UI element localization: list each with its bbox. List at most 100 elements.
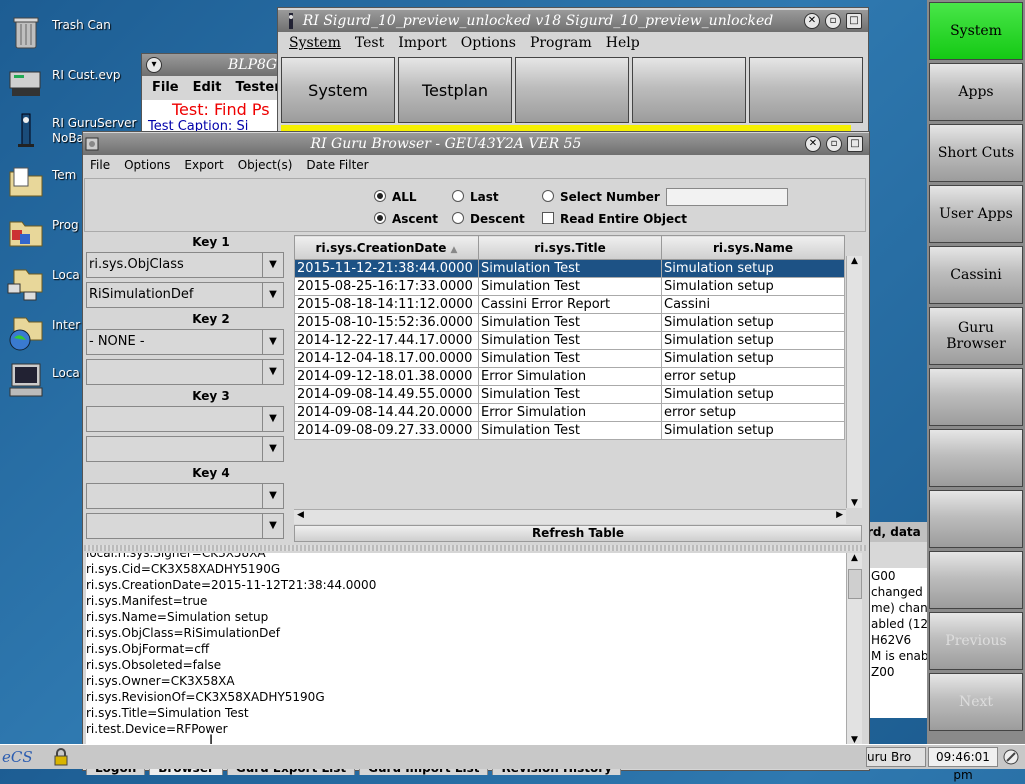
- launcher-empty-button[interactable]: [929, 551, 1023, 609]
- table-vertical-scrollbar[interactable]: ▲ ▼: [846, 256, 862, 508]
- launcher-empty-button[interactable]: [929, 368, 1023, 426]
- radio-last[interactable]: Last: [452, 190, 499, 204]
- scroll-up-icon[interactable]: ▲: [847, 256, 862, 266]
- column-header-name[interactable]: ri.sys.Name: [661, 235, 845, 260]
- table-row[interactable]: 2015-11-12-21:38:44.0000 Simulation Test S…: [294, 259, 845, 278]
- radio-descent[interactable]: Descent: [452, 212, 525, 226]
- key4-value-combo[interactable]: ▼: [86, 513, 284, 539]
- scroll-right-icon[interactable]: ▶: [836, 510, 843, 520]
- refresh-table-button[interactable]: Refresh Table: [294, 525, 862, 542]
- sigurd-title-bar[interactable]: RI Sigurd_10_preview_unlocked v18 Sigurd…: [278, 10, 868, 32]
- tab-empty[interactable]: [632, 57, 746, 123]
- menu-options[interactable]: Options: [124, 158, 170, 172]
- read-entire-object-checkbox[interactable]: Read Entire Object: [542, 212, 687, 226]
- tab-testplan[interactable]: Testplan: [398, 57, 512, 123]
- key3-value-combo[interactable]: ▼: [86, 436, 284, 462]
- dropdown-arrow-icon[interactable]: ▼: [262, 360, 283, 384]
- scroll-left-icon[interactable]: ◀: [297, 510, 304, 520]
- blp-title-bar[interactable]: ▾ BLP8G2: [142, 54, 285, 76]
- radio-all[interactable]: ALL: [374, 190, 417, 204]
- radio-icon: [452, 212, 464, 224]
- table-row[interactable]: 2014-09-08-14.49.55.0000 Simulation Test S…: [294, 385, 845, 404]
- trash-icon: [13, 17, 39, 49]
- close-icon[interactable]: ✕: [805, 136, 821, 152]
- guru-title-bar[interactable]: RI Guru Browser - GEU43Y2A VER 55 ✕ ▫ □: [83, 133, 869, 155]
- object-details-text[interactable]: local.ri.sys.Signer=CK3X58XA ri.sys.Cid=…: [86, 553, 846, 745]
- table-row[interactable]: 2014-12-04-18.17.00.0000 Simulation Test S…: [294, 349, 845, 368]
- launcher-next-button[interactable]: Next: [929, 673, 1023, 731]
- tab-empty[interactable]: [749, 57, 863, 123]
- menu-program[interactable]: Program: [530, 35, 592, 51]
- dropdown-arrow-icon[interactable]: ▼: [262, 283, 283, 307]
- launcher-shortcuts-button[interactable]: Short Cuts: [929, 124, 1023, 182]
- dropdown-arrow-icon[interactable]: ▼: [262, 437, 283, 461]
- detail-line: ri.test.Device=RFPower: [86, 722, 228, 736]
- table-row[interactable]: 2014-12-22-17.44.17.0000 Simulation Test S…: [294, 331, 845, 350]
- dropdown-arrow-icon[interactable]: ▼: [262, 330, 283, 354]
- launcher-empty-button[interactable]: [929, 490, 1023, 548]
- scroll-down-icon[interactable]: ▼: [847, 498, 862, 508]
- table-row[interactable]: 2015-08-10-15:52:36.0000 Simulation Test S…: [294, 313, 845, 332]
- key2-field-combo[interactable]: - NONE - ▼: [86, 329, 284, 355]
- menu-edit[interactable]: Edit: [193, 80, 222, 95]
- maximize-icon[interactable]: □: [847, 136, 863, 152]
- dropdown-arrow-icon[interactable]: ▼: [262, 514, 283, 538]
- sigurd-window[interactable]: RI Sigurd_10_preview_unlocked v18 Sigurd…: [277, 7, 869, 137]
- tab-empty[interactable]: [515, 57, 629, 123]
- dropdown-arrow-icon[interactable]: ▼: [262, 253, 283, 277]
- scroll-up-icon[interactable]: ▲: [847, 553, 862, 563]
- menu-test[interactable]: Test: [355, 35, 384, 51]
- key2-value-combo[interactable]: ▼: [86, 359, 284, 385]
- launcher-cassini-button[interactable]: Cassini: [929, 246, 1023, 304]
- start-button[interactable]: eCS: [2, 747, 46, 767]
- dropdown-arrow-icon[interactable]: ▼: [262, 484, 283, 508]
- table-row[interactable]: 2015-08-18-14:11:12.0000 Cassini Error Re…: [294, 295, 845, 314]
- menu-file[interactable]: File: [152, 80, 179, 95]
- launcher-previous-button[interactable]: Previous: [929, 612, 1023, 670]
- table-row[interactable]: 2014-09-08-14.44.20.0000 Error Simulation…: [294, 403, 845, 422]
- menu-import[interactable]: Import: [398, 35, 447, 51]
- dropdown-arrow-icon[interactable]: ▼: [262, 407, 283, 431]
- menu-options[interactable]: Options: [461, 35, 516, 51]
- key1-field-combo[interactable]: ri.sys.ObjClass ▼: [86, 252, 284, 278]
- launcher-user-apps-button[interactable]: User Apps: [929, 185, 1023, 243]
- minimize-icon[interactable]: ▫: [826, 136, 842, 152]
- radio-select-number[interactable]: Select Number: [542, 190, 660, 204]
- menu-objects[interactable]: Object(s): [238, 158, 293, 172]
- minimize-icon[interactable]: ▫: [825, 13, 841, 29]
- menu-date-filter[interactable]: Date Filter: [306, 158, 368, 172]
- key4-field-combo[interactable]: ▼: [86, 483, 284, 509]
- menu-export[interactable]: Export: [184, 158, 223, 172]
- table-row[interactable]: 2014-09-08-09.27.33.0000 Simulation Test S…: [294, 421, 845, 440]
- launcher-empty-button[interactable]: [929, 429, 1023, 487]
- table-row[interactable]: 2015-08-25-16:17:33.0000 Simulation Test S…: [294, 277, 845, 296]
- table-horizontal-scrollbar[interactable]: ◀ ▶: [294, 509, 846, 524]
- close-icon[interactable]: ✕: [804, 13, 820, 29]
- maximize-icon[interactable]: □: [846, 13, 862, 29]
- radio-ascent[interactable]: Ascent: [374, 212, 438, 226]
- column-header-creation-date[interactable]: ri.sys.CreationDate ▲: [294, 235, 479, 260]
- menu-system[interactable]: System: [289, 35, 341, 51]
- table-row[interactable]: 2014-09-12-18.01.38.0000 Error Simulation…: [294, 367, 845, 386]
- launcher-system-button[interactable]: System: [929, 2, 1023, 60]
- launcher-apps-button[interactable]: Apps: [929, 63, 1023, 121]
- taskbar-task-guru-browser[interactable]: uru Bro: [866, 747, 926, 767]
- chevron-down-icon[interactable]: ▾: [146, 57, 162, 73]
- scroll-thumb[interactable]: [848, 569, 862, 599]
- blp-window[interactable]: ▾ BLP8G2 File Edit Tester Test: Find Ps Te…: [141, 53, 287, 134]
- desktop-icon-trash[interactable]: Trash Can: [4, 10, 144, 54]
- desktop-icon-ricust[interactable]: RI Cust.evp: [4, 60, 144, 104]
- key1-value-combo[interactable]: RiSimulationDef ▼: [86, 282, 284, 308]
- menu-file[interactable]: File: [90, 158, 110, 172]
- column-header-title[interactable]: ri.sys.Title: [478, 235, 662, 260]
- details-vertical-scrollbar[interactable]: ▲ ▼: [846, 553, 862, 745]
- pane-splitter[interactable]: [84, 545, 866, 551]
- launcher-guru-browser-button[interactable]: Guru Browser: [929, 307, 1023, 365]
- lock-icon[interactable]: [52, 748, 70, 766]
- select-number-input[interactable]: [666, 188, 788, 206]
- menu-tester[interactable]: Tester: [235, 80, 280, 95]
- tab-system[interactable]: System: [281, 57, 395, 123]
- power-icon[interactable]: [1002, 748, 1020, 766]
- key3-field-combo[interactable]: ▼: [86, 406, 284, 432]
- menu-help[interactable]: Help: [606, 35, 640, 51]
